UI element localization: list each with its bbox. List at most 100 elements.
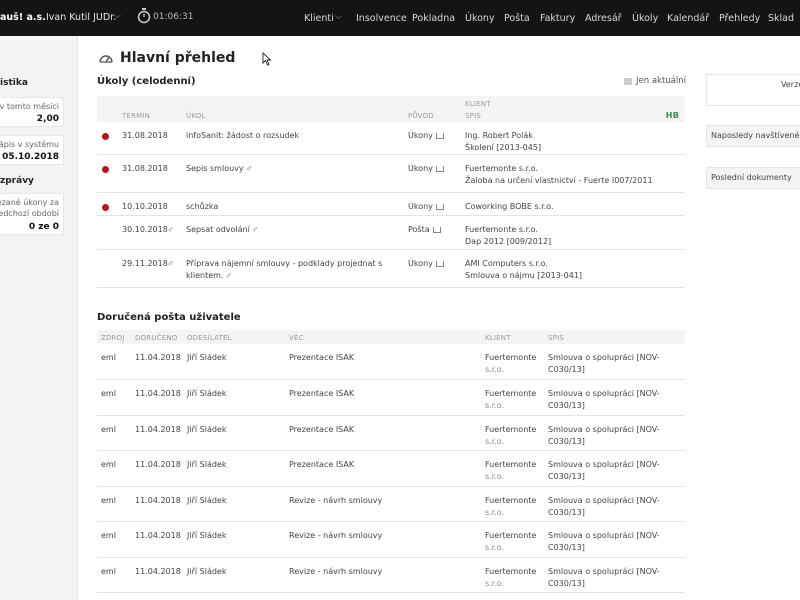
table-row[interactable]: eml 11.04.2018 Jiří Sládek Prezentace ISAK F…	[97, 379, 685, 416]
chevron-down-icon[interactable]: ⌵	[335, 12, 342, 22]
mail-client[interactable]: Fuertemonte s.r.o.	[481, 557, 544, 593]
mail-file[interactable]: Smlouva o spolupráci [NOV- C030/13]	[544, 415, 685, 451]
mail-client[interactable]: Fuertemonte s.r.o.	[481, 344, 544, 380]
table-row[interactable]: eml 11.04.2018 Jiří Sládek Prezentace ISAK F…	[97, 450, 685, 487]
nav-item-insolvence[interactable]: Insolvence	[356, 13, 407, 24]
file-name: Žaloba na určení vlastnictví - Fuerte I0…	[465, 176, 653, 185]
inbox-icon[interactable]	[435, 203, 444, 210]
nav-item-prehledy[interactable]: Přehledy	[719, 13, 760, 24]
recently-visited-box[interactable]: Naposledy navštívené s	[706, 125, 800, 147]
task-client[interactable]: Coworking BOBE s.r.o.	[461, 192, 661, 216]
table-row[interactable]: 31.08.2018 infoSanit: žádost o rozsudek …	[97, 122, 685, 155]
mail-client[interactable]: Fuertemonte s.r.o.	[481, 450, 544, 487]
mail-file[interactable]: Smlouva o spolupráci [NOV- C030/13]	[544, 450, 685, 487]
mail-file[interactable]: Smlouva o spolupráci [NOV- C030/13]	[544, 344, 685, 380]
task-name[interactable]: infoSanit: žádost o rozsudek	[182, 122, 404, 155]
nav-item-kalendar[interactable]: Kalendář	[667, 13, 709, 24]
inbox-icon[interactable]	[435, 165, 444, 172]
column-header-spis[interactable]: Spis	[461, 108, 661, 122]
nav-item-ukoly[interactable]: Úkoly	[632, 13, 658, 24]
column-header-doruceno[interactable]: Doručeno	[131, 330, 183, 344]
client-suffix: s.r.o.	[485, 507, 505, 517]
mail-source: eml	[97, 344, 131, 380]
task-name[interactable]: Sepsat odvolání ✐	[182, 215, 404, 250]
file-number: C030/13]	[548, 507, 585, 517]
column-header-vec[interactable]: Věc	[285, 330, 481, 344]
mail-date: 11.04.2018	[131, 379, 183, 416]
nav-item-pokladna[interactable]: Pokladna	[412, 13, 455, 24]
column-header-hb[interactable]: HB	[661, 108, 685, 122]
mail-subject[interactable]: Revize - návrh smlouvy	[285, 557, 481, 593]
task-name[interactable]: schůzka	[182, 192, 404, 216]
mail-subject[interactable]: Prezentace ISAK	[285, 415, 481, 451]
mail-file[interactable]: Smlouva o spolupráci [NOV- C030/13]	[544, 379, 685, 416]
pencil-icon[interactable]: ✐	[168, 260, 174, 268]
current-only-checkbox[interactable]	[624, 78, 632, 85]
table-row[interactable]: eml 11.04.2018 Jiří Sládek Revize - návrh s…	[97, 486, 685, 522]
mail-client[interactable]: Fuertemonte s.r.o.	[481, 379, 544, 416]
nav-item-adresar[interactable]: Adresář	[585, 13, 622, 24]
table-row[interactable]: eml 11.04.2018 Jiří Sládek Revize - návrh s…	[97, 557, 685, 593]
column-header-spis[interactable]: Spis	[544, 330, 685, 344]
nav-item-klienti[interactable]: Klienti	[304, 13, 334, 24]
mail-file[interactable]: Smlouva o spolupráci [NOV- C030/13]	[544, 557, 685, 593]
stopwatch-icon[interactable]	[137, 8, 151, 24]
client-name: Fuertemonte s.r.o.	[465, 225, 538, 234]
client-name: AMI Computers s.r.o.	[465, 259, 548, 268]
column-header-odesilatel[interactable]: Odesílatel	[183, 330, 285, 344]
recent-documents-box[interactable]: Poslední dokumenty	[706, 167, 800, 189]
nav-item-ukony[interactable]: Úkony	[465, 13, 495, 24]
timer-display: 01:06:31	[153, 12, 194, 22]
left-sidebar: istika v tomto měsíci 2,00 rápis v systé…	[0, 36, 78, 600]
mail-sender: Jiří Sládek	[183, 557, 285, 593]
nav-item-posta[interactable]: Pošta	[504, 13, 530, 24]
table-row[interactable]: eml 11.04.2018 Jiří Sládek Prezentace ISAK F…	[97, 415, 685, 451]
mail-client[interactable]: Fuertemonte s.r.o.	[481, 415, 544, 451]
column-header-puvod[interactable]: Původ	[404, 108, 461, 122]
chevron-down-icon[interactable]: ⌵	[114, 11, 121, 21]
mail-subject[interactable]: Prezentace ISAK	[285, 450, 481, 487]
inbox-icon[interactable]	[435, 132, 444, 139]
task-name[interactable]: Sepis smlouvy ✐	[182, 154, 404, 193]
firm-name[interactable]: auš! a.s.	[0, 12, 46, 23]
pencil-icon[interactable]: ✐	[252, 226, 258, 234]
table-row[interactable]: 31.08.2018 Sepis smlouvy ✐ Úkony Fuertem…	[97, 154, 685, 193]
file-number: C030/13]	[548, 436, 585, 446]
mail-subject[interactable]: Revize - návrh smlouvy	[285, 521, 481, 558]
inbox-icon[interactable]	[432, 226, 441, 233]
table-row[interactable]: 29.11.2018✐ Příprava nájemní smlouvy - p…	[97, 249, 685, 288]
task-name[interactable]: Příprava nájemní smlouvy - podklady proj…	[182, 249, 404, 288]
pencil-icon[interactable]: ✐	[226, 272, 232, 280]
column-header-termin[interactable]: Termín	[118, 108, 182, 122]
file-name: Smlouva o spolupráci [NOV-	[548, 460, 660, 469]
current-only-label[interactable]: Jen aktuální	[636, 76, 686, 86]
mail-file[interactable]: Smlouva o spolupráci [NOV- C030/13]	[544, 486, 685, 522]
column-header-ukol[interactable]: Úkol	[182, 108, 404, 122]
inbox-icon[interactable]	[435, 260, 444, 267]
task-origin: Úkony	[404, 154, 461, 193]
nav-item-faktury[interactable]: Faktury	[540, 13, 575, 24]
task-client[interactable]: Fuertemonte s.r.o. Žaloba na určení vlast…	[461, 154, 661, 193]
task-client[interactable]: Fuertemonte s.r.o. Dap 2012 [009/2012]	[461, 215, 661, 250]
mail-subject[interactable]: Prezentace ISAK	[285, 344, 481, 380]
mail-client[interactable]: Fuertemonte s.r.o.	[481, 486, 544, 522]
column-header-klient[interactable]: Klient	[481, 330, 544, 344]
nav-item-sklad[interactable]: Sklad	[768, 13, 794, 24]
task-client[interactable]: AMI Computers s.r.o. Smlouva o nájmu [201…	[461, 249, 661, 288]
stat-label: ězané úkony za	[0, 198, 59, 207]
client-suffix: s.r.o.	[485, 543, 505, 552]
mail-subject[interactable]: Prezentace ISAK	[285, 379, 481, 416]
column-header-zdroj[interactable]: Zdroj	[97, 330, 131, 344]
task-client[interactable]: Ing. Robert Polák Školení [2013-045]	[461, 122, 661, 155]
user-menu[interactable]: Ivan Kutil JUDr.	[46, 12, 116, 23]
mail-subject[interactable]: Revize - návrh smlouvy	[285, 486, 481, 522]
table-row[interactable]: eml 11.04.2018 Jiří Sládek Revize - návrh s…	[97, 521, 685, 558]
file-name: Školení [2013-045]	[465, 143, 542, 152]
table-row[interactable]: eml 11.04.2018 Jiří Sládek Prezentace ISAK F…	[97, 344, 685, 380]
mail-client[interactable]: Fuertemonte s.r.o.	[481, 521, 544, 558]
table-row[interactable]: 10.10.2018 schůzka Úkony Coworking BOBE …	[97, 192, 685, 216]
table-row[interactable]: 30.10.2018✐ Sepsat odvolání ✐ Pošta Fuer…	[97, 215, 685, 250]
pencil-icon[interactable]: ✐	[168, 226, 174, 234]
pencil-icon[interactable]: ✐	[246, 165, 252, 173]
mail-file[interactable]: Smlouva o spolupráci [NOV- C030/13]	[544, 521, 685, 558]
